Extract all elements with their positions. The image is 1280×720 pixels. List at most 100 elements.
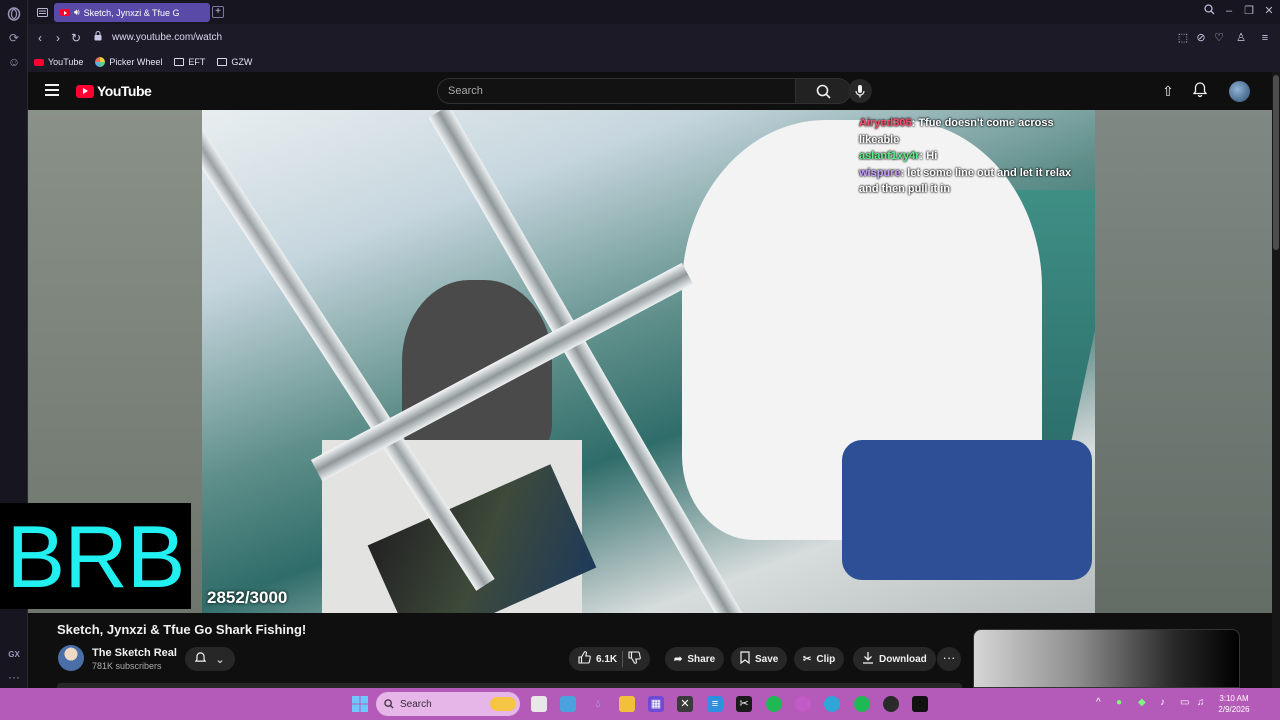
bookmark-gzw[interactable]: GZW (217, 57, 252, 67)
task-view-icon[interactable] (531, 696, 547, 712)
bookmark-icon (740, 651, 750, 667)
bookmark-eft[interactable]: EFT (174, 57, 205, 67)
download-label: Download (879, 653, 927, 665)
clip-button[interactable]: ✂ Clip (794, 647, 845, 671)
url-field[interactable]: www.youtube.com/watch (112, 32, 222, 43)
taskbar-search[interactable]: Search (376, 692, 520, 716)
hamburger-menu-icon[interactable] (45, 84, 59, 96)
subscribed-notifications-button[interactable]: ⌄ (185, 647, 235, 671)
save-label: Save (755, 653, 779, 665)
opera-gx-icon[interactable] (883, 696, 899, 712)
forward-icon[interactable]: › (50, 30, 66, 46)
windows-start-icon[interactable] (352, 696, 368, 712)
droplet-app-icon[interactable]: 💧︎ (590, 696, 606, 712)
video-player[interactable]: Airyed305: Tfue doesn't come across like… (202, 110, 1095, 613)
bookmark-label: Picker Wheel (109, 57, 163, 67)
recommended-video-thumbnail[interactable] (973, 629, 1240, 688)
share-button[interactable]: ➦ Share (665, 647, 725, 671)
snapshot-icon[interactable]: ⬚ (1176, 31, 1190, 45)
bookmark-youtube[interactable]: YouTube (34, 57, 83, 67)
reload-icon[interactable]: ↻ (68, 30, 84, 46)
stream-chat-overlay: Airyed305: Tfue doesn't come across like… (859, 115, 1089, 198)
video-title: Sketch, Jynxzi & Tfue Go Shark Fishing! (57, 622, 307, 637)
channel-avatar[interactable] (58, 645, 84, 671)
tab-title: Sketch, Jynxzi & Tfue G (83, 7, 180, 18)
display-icon[interactable]: ▭ (1180, 697, 1189, 708)
heart-icon[interactable]: ♡ (1212, 31, 1226, 45)
close-icon[interactable]: ✕ (1262, 4, 1276, 18)
bell-icon (195, 651, 207, 667)
youtube-wordmark: YouTube (97, 83, 152, 99)
lock-icon (94, 31, 102, 44)
tab-bar: 🔊︎ Sketch, Jynxzi & Tfue G + – ❐ ✕ (28, 0, 1280, 24)
youtube-icon (34, 58, 44, 66)
like-dislike-group: 6.1K (569, 647, 651, 671)
tray-app-icon[interactable]: ● (1116, 697, 1122, 708)
taskbar-search-placeholder: Search (400, 698, 432, 710)
voice-search-button[interactable] (848, 79, 872, 103)
upload-icon[interactable]: ⇧ (1159, 82, 1177, 100)
rail-more-icon[interactable]: ··· (2, 670, 26, 684)
divider (622, 651, 624, 667)
back-icon[interactable]: ‹ (32, 30, 48, 46)
chat-message: Airyed305: Tfue doesn't come across like… (859, 115, 1089, 148)
stream-goal-counter: 2852/3000 (207, 588, 288, 607)
chevron-down-icon: ⌄ (215, 653, 225, 666)
menu-icon[interactable]: ≡ (1258, 31, 1272, 45)
account-icon[interactable]: ♙ (1234, 31, 1248, 45)
user-avatar[interactable] (1229, 81, 1250, 102)
tray-overflow-icon[interactable]: ^ (1096, 697, 1101, 708)
search-input[interactable]: Search (437, 78, 796, 104)
share-icon: ➦ (674, 653, 683, 665)
scrollbar-thumb[interactable] (1273, 75, 1279, 250)
microphone-icon[interactable]: ♪ (1160, 697, 1165, 708)
channel-name[interactable]: The Sketch Real (92, 647, 177, 659)
tab-active[interactable]: 🔊︎ Sketch, Jynxzi & Tfue G (54, 3, 210, 22)
minimize-icon[interactable]: – (1222, 4, 1236, 18)
file-explorer-icon[interactable] (619, 696, 635, 712)
bookmark-picker-wheel[interactable]: Picker Wheel (95, 57, 162, 67)
notifications-bell-icon[interactable] (1191, 82, 1209, 100)
taskbar-clock[interactable]: 3:10 AM 2/9/2026 (1214, 693, 1254, 715)
new-tab-button[interactable]: + (212, 6, 224, 18)
volume-icon[interactable]: ♫ (1197, 697, 1205, 708)
windows-taskbar: Search 💧︎ ▦ ✕ ≡ ✂ ^ ● ◆ ♪ ▭ ♫ (0, 688, 1280, 720)
bookmark-label: YouTube (48, 57, 84, 67)
spotify-icon[interactable] (854, 696, 870, 712)
chat-username: aslanf1xy4r (859, 150, 920, 162)
apps-grid-icon[interactable]: ▦ (648, 696, 664, 712)
gx-corner-label[interactable]: GX (2, 650, 26, 659)
screen: ⟳ ☺ GX ··· 🔊︎ Sketch, Jynxzi & Tfue G + … (0, 0, 1280, 720)
search-highlight-icon (490, 697, 516, 711)
adblock-icon[interactable]: ⊘ (1194, 31, 1208, 45)
gx-control-icon[interactable]: ☺ (4, 52, 24, 72)
like-button[interactable]: 6.1K (578, 651, 617, 667)
more-actions-button[interactable]: ··· (937, 647, 961, 671)
search-tabs-icon[interactable] (1202, 4, 1216, 18)
search-icon (384, 699, 394, 709)
tab-menu-icon[interactable] (34, 4, 50, 20)
search-icon (816, 84, 831, 99)
dislike-button[interactable] (628, 651, 641, 667)
chat-message: aslanf1xy4r: Hi (859, 148, 1089, 165)
tray-app-icon[interactable]: ◆ (1138, 697, 1146, 708)
search-button[interactable] (795, 78, 851, 104)
speaker-icon[interactable]: 🔊︎ (74, 7, 80, 18)
xbox-icon[interactable]: ✕ (677, 696, 693, 712)
obs-overlay-icon[interactable] (912, 696, 928, 712)
youtube-logo[interactable]: YouTube (76, 83, 152, 99)
widgets-icon[interactable] (560, 696, 576, 712)
opera-logo-icon[interactable] (4, 4, 24, 24)
save-button[interactable]: Save (731, 647, 788, 671)
download-button[interactable]: Download (853, 647, 936, 671)
restore-icon[interactable]: ❐ (1242, 4, 1256, 18)
sync-icon[interactable]: ⟳ (4, 28, 24, 48)
bookmark-label: EFT (188, 57, 206, 67)
edge-icon[interactable] (824, 696, 840, 712)
capcut-icon[interactable]: ✂ (736, 696, 752, 712)
notepad-icon[interactable]: ≡ (707, 696, 723, 712)
app-icon[interactable] (795, 696, 811, 712)
chat-username: wispure (859, 166, 901, 179)
spotify-icon[interactable] (766, 696, 782, 712)
youtube-header: YouTube Search ⇧ (28, 72, 1280, 110)
